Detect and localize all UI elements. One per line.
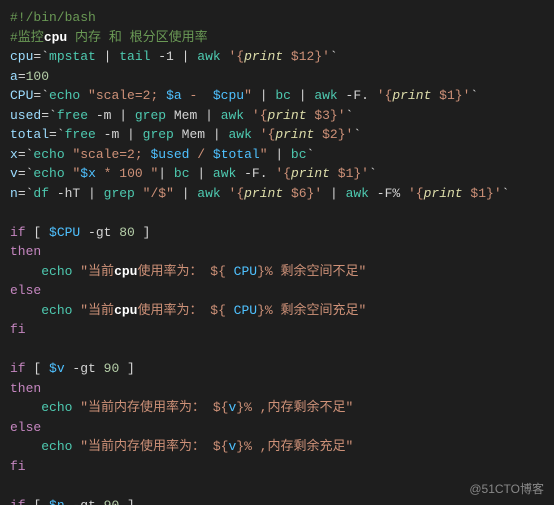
code-line-17: fi [10,320,544,340]
code-line-9: v=`echo "$x * 100 "| bc | awk -F. '{prin… [10,164,544,184]
code-line-10: n=`df -hT | grep "/$" | awk '{print $6}'… [10,184,544,204]
code-line-2: #监控cpu 内存 和 根分区使用率 [10,28,544,48]
code-line-5: CPU=`echo "scale=2; $a - $cpu" | bc | aw… [10,86,544,106]
code-line-18 [10,340,544,360]
code-line-8: x=`echo "scale=2; $used / $total" | bc` [10,145,544,165]
code-line-7: total=`free -m | grep Mem | awk '{print … [10,125,544,145]
code-line-20: then [10,379,544,399]
code-line-25 [10,476,544,496]
code-line-22: else [10,418,544,438]
code-line-24: fi [10,457,544,477]
code-line-1: #!/bin/bash [10,8,544,28]
code-line-21: echo "当前内存使用率为： ${v}% ,内存剩余不足" [10,398,544,418]
code-line-23: echo "当前内存使用率为： ${v}% ,内存剩余充足" [10,437,544,457]
code-line-4: a=100 [10,67,544,87]
code-line-3: cpu=`mpstat | tail -1 | awk '{print $12}… [10,47,544,67]
code-container: #!/bin/bash #监控cpu 内存 和 根分区使用率 cpu=`mpst… [0,0,554,505]
code-line-16: echo "当前cpu使用率为： ${ CPU}% 剩余空间充足" [10,301,544,321]
code-line-15: else [10,281,544,301]
code-line-26: if [ $n -gt 90 ] [10,496,544,505]
code-line-19: if [ $v -gt 90 ] [10,359,544,379]
code-line-11 [10,203,544,223]
code-line-14: echo "当前cpu使用率为： ${ CPU}% 剩余空间不足" [10,262,544,282]
watermark: @51CTO博客 [469,480,544,497]
code-line-12: if [ $CPU -gt 80 ] [10,223,544,243]
code-line-6: used=`free -m | grep Mem | awk '{print $… [10,106,544,126]
code-line-13: then [10,242,544,262]
